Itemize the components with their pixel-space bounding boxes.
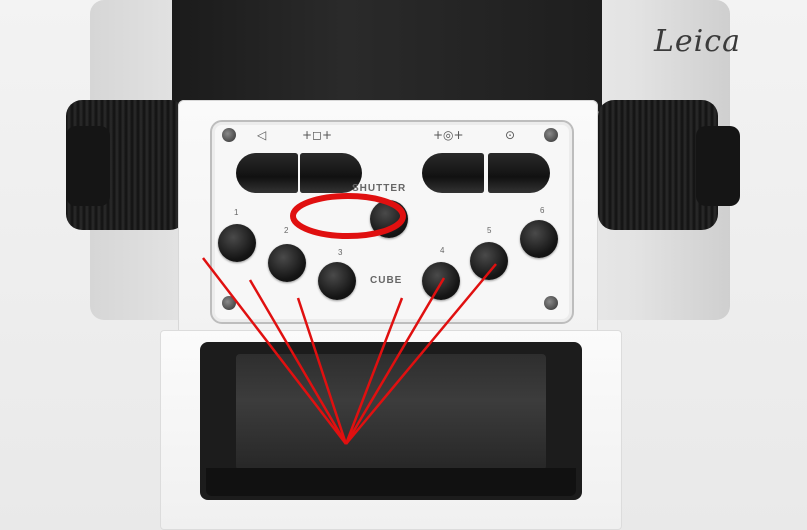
callout-line xyxy=(248,279,348,445)
annotation-overlay xyxy=(202,193,497,445)
callout-line xyxy=(344,297,404,445)
callout-lines xyxy=(202,257,497,445)
callout-line xyxy=(202,257,347,445)
callout-line xyxy=(344,277,446,445)
callout-line xyxy=(296,297,348,445)
microscope-photo: Leica ◁ +◻+ +◎+ ⊙ SHUTTER CUBE 1 2 3 4 5… xyxy=(0,0,807,530)
shutter-highlight-ellipse xyxy=(290,193,406,239)
callout-line xyxy=(345,263,497,445)
